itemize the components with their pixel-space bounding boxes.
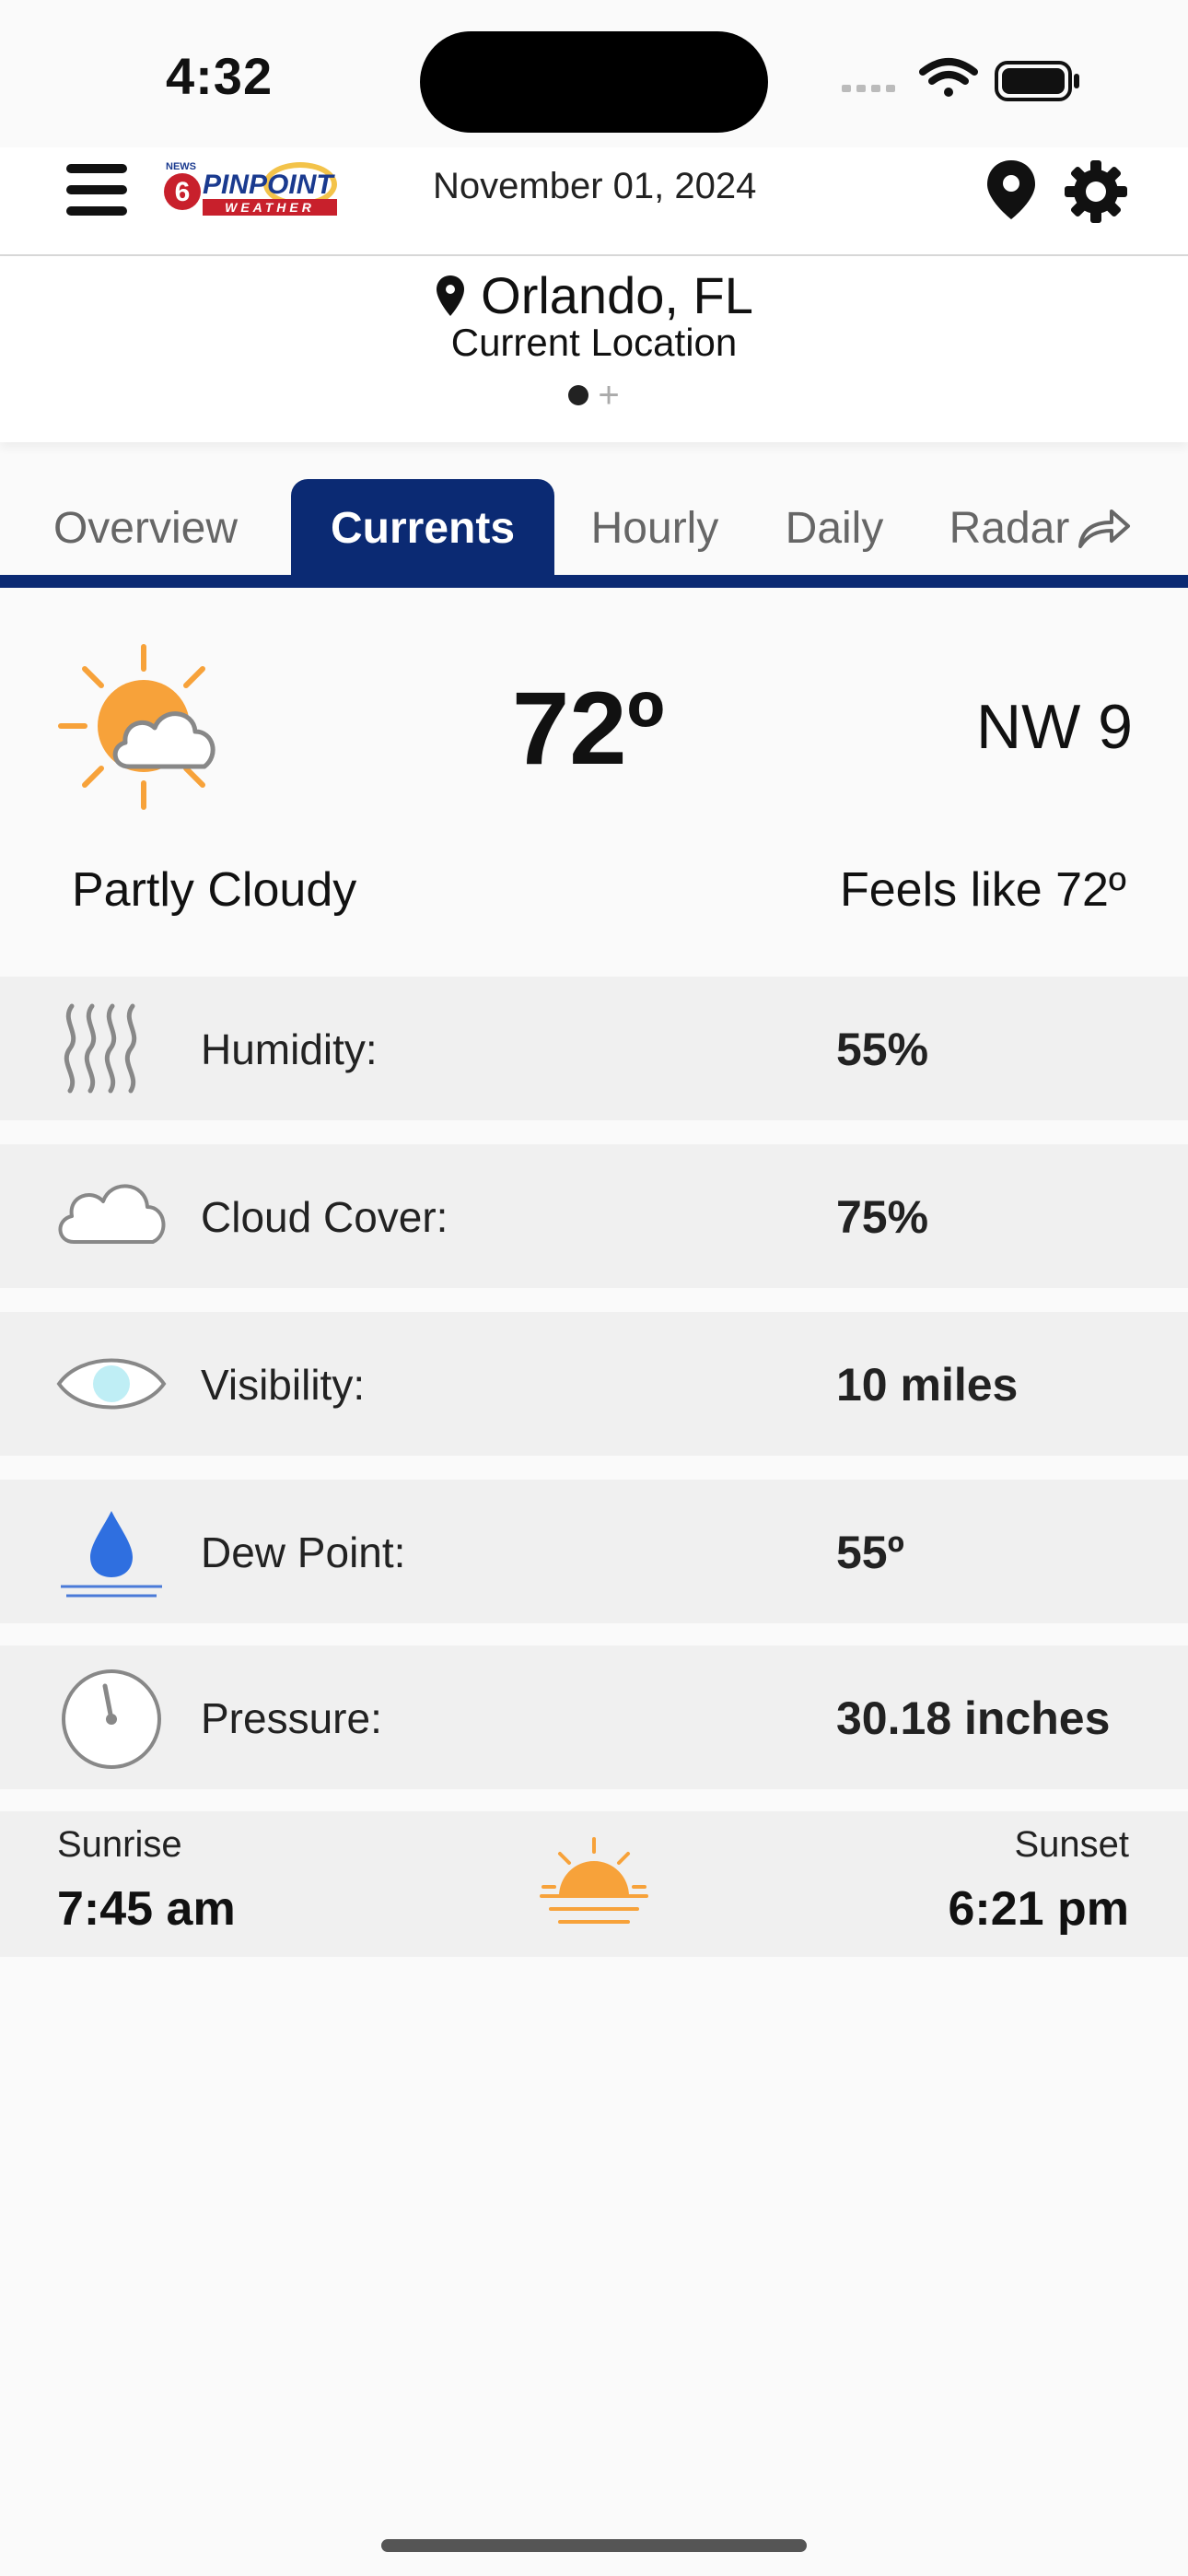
svg-text:NEWS: NEWS: [166, 161, 196, 172]
pinpoint-weather-logo: 6 NEWS PINPOINT WEATHER: [164, 161, 337, 216]
visibility-value: 10 miles: [836, 1359, 1019, 1411]
detail-row-humidity: Humidity: 55%: [0, 977, 1188, 1120]
tab-bar: Overview Currents Hourly Daily Radar: [0, 479, 1188, 586]
settings-gear-icon[interactable]: [1063, 158, 1129, 225]
sunrise-time: 7:45 am: [57, 1882, 236, 1936]
visibility-label: Visibility:: [201, 1361, 366, 1409]
sunrise-label: Sunrise: [57, 1824, 182, 1865]
detail-row-pressure: Pressure: 30.18 inches: [0, 1645, 1188, 1789]
tab-radar-label: Radar: [949, 503, 1070, 553]
humidity-value: 55%: [836, 1024, 929, 1075]
gauge-icon: [62, 1669, 161, 1769]
pressure-value: 30.18 inches: [836, 1692, 1111, 1744]
tab-radar[interactable]: Radar: [930, 479, 1151, 577]
location-pin-icon: [437, 275, 465, 316]
feels-like: Feels like 72º: [840, 863, 1126, 917]
wifi-icon: [919, 58, 978, 97]
status-icons: [842, 58, 1079, 101]
current-condition: Partly Cloudy: [72, 863, 357, 917]
cloud-cover-label: Cloud Cover:: [201, 1193, 448, 1241]
humidity-icon: [64, 1003, 137, 1094]
tab-daily[interactable]: Daily: [761, 479, 908, 577]
svg-text:6: 6: [175, 177, 191, 207]
partly-cloudy-icon: [58, 644, 215, 810]
current-wind: NW 9: [976, 692, 1133, 762]
share-arrow-icon: [1078, 509, 1131, 548]
pressure-label: Pressure:: [201, 1694, 382, 1742]
current-temperature: 72º: [512, 671, 665, 786]
location-subtitle: Current Location: [450, 321, 738, 364]
detail-row-cloud-cover: Cloud Cover: 75%: [0, 1144, 1188, 1288]
home-indicator[interactable]: [381, 2539, 807, 2552]
menu-icon[interactable]: [66, 164, 127, 219]
detail-row-dew-point: Dew Point: 55º: [0, 1480, 1188, 1623]
sunset-label: Sunset: [1014, 1824, 1129, 1865]
tab-currents[interactable]: Currents: [291, 479, 554, 577]
svg-text:WEATHER: WEATHER: [225, 200, 315, 215]
dew-drop-icon: [61, 1511, 162, 1598]
tab-underline: [0, 575, 1188, 588]
add-location-icon[interactable]: +: [598, 377, 619, 414]
eye-icon: [56, 1358, 167, 1410]
svg-text:PINPOINT: PINPOINT: [203, 170, 335, 200]
location-selector[interactable]: Orlando, FL: [0, 265, 1188, 325]
sunset-time: 6:21 pm: [948, 1882, 1129, 1936]
cellular-signal-icon: [842, 85, 895, 92]
cloud-icon: [58, 1184, 166, 1244]
battery-icon: [995, 61, 1079, 101]
sunset-icon: [540, 1837, 648, 1924]
location-page-indicator[interactable]: +: [0, 377, 1188, 414]
dew-point-label: Dew Point:: [201, 1528, 406, 1576]
header-date: November 01, 2024: [433, 166, 757, 206]
detail-row-visibility: Visibility: 10 miles: [0, 1312, 1188, 1456]
location-city: Orlando, FL: [481, 266, 753, 324]
location-pin-icon[interactable]: [984, 158, 1039, 221]
dew-point-value: 55º: [836, 1527, 904, 1578]
humidity-label: Humidity:: [201, 1025, 378, 1073]
cloud-cover-value: 75%: [836, 1191, 929, 1243]
page-dot-active: [568, 385, 589, 405]
tab-overview[interactable]: Overview: [26, 479, 265, 577]
dynamic-island: [420, 31, 768, 133]
status-time: 4:32: [166, 47, 274, 105]
tab-hourly[interactable]: Hourly: [573, 479, 737, 577]
